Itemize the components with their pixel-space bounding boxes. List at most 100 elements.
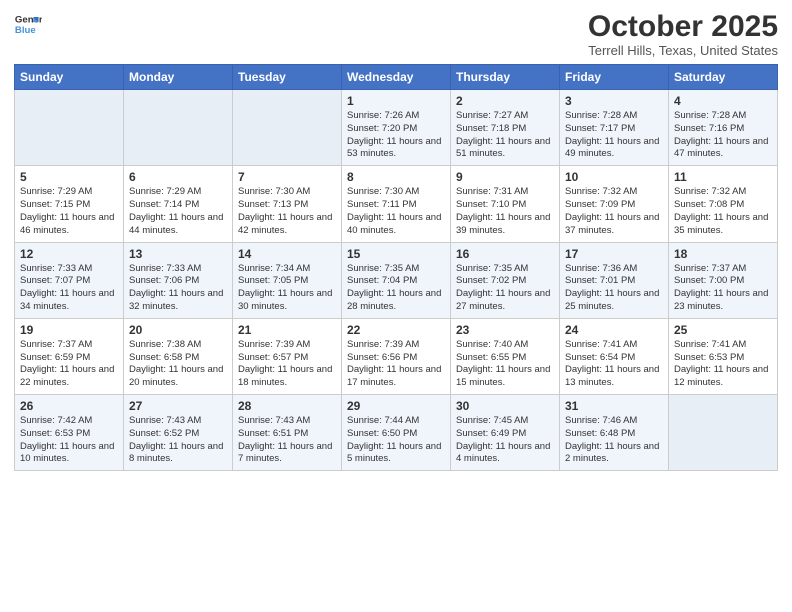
day-info: Sunrise: 7:41 AMSunset: 6:54 PMDaylight:… [565,339,663,390]
day-info: Sunrise: 7:43 AMSunset: 6:51 PMDaylight:… [238,415,336,466]
day-info: Sunrise: 7:41 AMSunset: 6:53 PMDaylight:… [674,339,772,390]
day-number: 25 [674,323,772,337]
day-info: Sunrise: 7:28 AMSunset: 7:16 PMDaylight:… [674,110,772,161]
col-saturday: Saturday [669,65,778,90]
day-number: 4 [674,94,772,108]
table-row: 6 Sunrise: 7:29 AMSunset: 7:14 PMDaylight… [124,166,233,242]
table-row [124,90,233,166]
table-row: 22Sunrise: 7:39 AMSunset: 6:56 PMDayligh… [342,318,451,394]
day-info: Sunrise: 7:44 AMSunset: 6:50 PMDaylight:… [347,415,445,466]
day-info: Sunrise: 7:45 AMSunset: 6:49 PMDaylight:… [456,415,554,466]
col-friday: Friday [560,65,669,90]
table-row: 5 Sunrise: 7:29 AMSunset: 7:15 PMDaylight… [15,166,124,242]
day-number: 19 [20,323,118,337]
day-info: Sunrise: 7:39 AMSunset: 6:56 PMDaylight:… [347,339,445,390]
day-number: 11 [674,170,772,184]
calendar-week-row: 12 Sunrise: 7:33 AMSunset: 7:07 PMDayligh… [15,242,778,318]
title-block: October 2025 Terrell Hills, Texas, Unite… [588,10,778,58]
table-row: 20 Sunrise: 7:38 AMSunset: 6:58 PMDayligh… [124,318,233,394]
day-info: Sunrise: 7:29 AMSunset: 7:15 PMDaylight:… [20,186,118,237]
day-info: Sunrise: 7:28 AMSunset: 7:17 PMDaylight:… [565,110,663,161]
day-info: Sunrise: 7:38 AMSunset: 6:58 PMDaylight:… [129,339,227,390]
day-number: 13 [129,247,227,261]
day-info: Sunrise: 7:46 AMSunset: 6:48 PMDaylight:… [565,415,663,466]
day-info: Sunrise: 7:37 AMSunset: 6:59 PMDaylight:… [20,339,118,390]
table-row [233,90,342,166]
day-number: 9 [456,170,554,184]
table-row: 4 Sunrise: 7:28 AMSunset: 7:16 PMDaylight… [669,90,778,166]
table-row: 23 Sunrise: 7:40 AMSunset: 6:55 PMDayligh… [451,318,560,394]
day-info: Sunrise: 7:42 AMSunset: 6:53 PMDaylight:… [20,415,118,466]
col-monday: Monday [124,65,233,90]
table-row: 21 Sunrise: 7:39 AMSunset: 6:57 PMDayligh… [233,318,342,394]
day-number: 21 [238,323,336,337]
table-row: 30 Sunrise: 7:45 AMSunset: 6:49 PMDayligh… [451,395,560,471]
day-info: Sunrise: 7:34 AMSunset: 7:05 PMDaylight:… [238,263,336,314]
table-row: 12 Sunrise: 7:33 AMSunset: 7:07 PMDayligh… [15,242,124,318]
page-title: October 2025 [588,10,778,43]
logo: General Blue [14,10,42,38]
col-thursday: Thursday [451,65,560,90]
day-number: 23 [456,323,554,337]
logo-icon: General Blue [14,10,42,38]
day-info: Sunrise: 7:29 AMSunset: 7:14 PMDaylight:… [129,186,227,237]
table-row: 18 Sunrise: 7:37 AMSunset: 7:00 PMDayligh… [669,242,778,318]
day-info: Sunrise: 7:27 AMSunset: 7:18 PMDaylight:… [456,110,554,161]
day-info: Sunrise: 7:33 AMSunset: 7:06 PMDaylight:… [129,263,227,314]
table-row: 25 Sunrise: 7:41 AMSunset: 6:53 PMDayligh… [669,318,778,394]
day-number: 2 [456,94,554,108]
table-row: 1 Sunrise: 7:26 AMSunset: 7:20 PMDaylight… [342,90,451,166]
calendar: Sunday Monday Tuesday Wednesday Thursday… [14,64,778,471]
day-number: 14 [238,247,336,261]
day-number: 30 [456,399,554,413]
table-row: 26 Sunrise: 7:42 AMSunset: 6:53 PMDayligh… [15,395,124,471]
day-info: Sunrise: 7:39 AMSunset: 6:57 PMDaylight:… [238,339,336,390]
table-row: 14 Sunrise: 7:34 AMSunset: 7:05 PMDayligh… [233,242,342,318]
day-info: Sunrise: 7:35 AMSunset: 7:04 PMDaylight:… [347,263,445,314]
day-info: Sunrise: 7:40 AMSunset: 6:55 PMDaylight:… [456,339,554,390]
day-info: Sunrise: 7:32 AMSunset: 7:08 PMDaylight:… [674,186,772,237]
day-info: Sunrise: 7:30 AMSunset: 7:11 PMDaylight:… [347,186,445,237]
calendar-week-row: 19 Sunrise: 7:37 AMSunset: 6:59 PMDayligh… [15,318,778,394]
day-number: 1 [347,94,445,108]
day-info: Sunrise: 7:26 AMSunset: 7:20 PMDaylight:… [347,110,445,161]
calendar-week-row: 1 Sunrise: 7:26 AMSunset: 7:20 PMDaylight… [15,90,778,166]
table-row: 27Sunrise: 7:43 AMSunset: 6:52 PMDayligh… [124,395,233,471]
header: General Blue October 2025 Terrell Hills,… [14,10,778,58]
day-number: 20 [129,323,227,337]
day-info: Sunrise: 7:31 AMSunset: 7:10 PMDaylight:… [456,186,554,237]
svg-text:Blue: Blue [15,25,36,36]
table-row: 7Sunrise: 7:30 AMSunset: 7:13 PMDaylight… [233,166,342,242]
table-row: 13 Sunrise: 7:33 AMSunset: 7:06 PMDayligh… [124,242,233,318]
col-wednesday: Wednesday [342,65,451,90]
day-number: 16 [456,247,554,261]
day-number: 12 [20,247,118,261]
calendar-week-row: 26 Sunrise: 7:42 AMSunset: 6:53 PMDayligh… [15,395,778,471]
table-row: 15 Sunrise: 7:35 AMSunset: 7:04 PMDayligh… [342,242,451,318]
day-number: 15 [347,247,445,261]
day-number: 18 [674,247,772,261]
table-row: 16 Sunrise: 7:35 AMSunset: 7:02 PMDayligh… [451,242,560,318]
day-number: 26 [20,399,118,413]
day-number: 8 [347,170,445,184]
day-number: 5 [20,170,118,184]
page: General Blue October 2025 Terrell Hills,… [0,0,792,612]
table-row: 2 Sunrise: 7:27 AMSunset: 7:18 PMDaylight… [451,90,560,166]
table-row: 8 Sunrise: 7:30 AMSunset: 7:11 PMDaylight… [342,166,451,242]
day-number: 28 [238,399,336,413]
table-row: 11 Sunrise: 7:32 AMSunset: 7:08 PMDayligh… [669,166,778,242]
day-number: 6 [129,170,227,184]
day-info: Sunrise: 7:32 AMSunset: 7:09 PMDaylight:… [565,186,663,237]
table-row: 24 Sunrise: 7:41 AMSunset: 6:54 PMDayligh… [560,318,669,394]
table-row: 10 Sunrise: 7:32 AMSunset: 7:09 PMDayligh… [560,166,669,242]
day-info: Sunrise: 7:33 AMSunset: 7:07 PMDaylight:… [20,263,118,314]
day-number: 10 [565,170,663,184]
table-row: 3Sunrise: 7:28 AMSunset: 7:17 PMDaylight… [560,90,669,166]
day-info: Sunrise: 7:37 AMSunset: 7:00 PMDaylight:… [674,263,772,314]
table-row: 19 Sunrise: 7:37 AMSunset: 6:59 PMDayligh… [15,318,124,394]
day-number: 24 [565,323,663,337]
day-number: 17 [565,247,663,261]
day-info: Sunrise: 7:43 AMSunset: 6:52 PMDaylight:… [129,415,227,466]
table-row [15,90,124,166]
day-info: Sunrise: 7:35 AMSunset: 7:02 PMDaylight:… [456,263,554,314]
